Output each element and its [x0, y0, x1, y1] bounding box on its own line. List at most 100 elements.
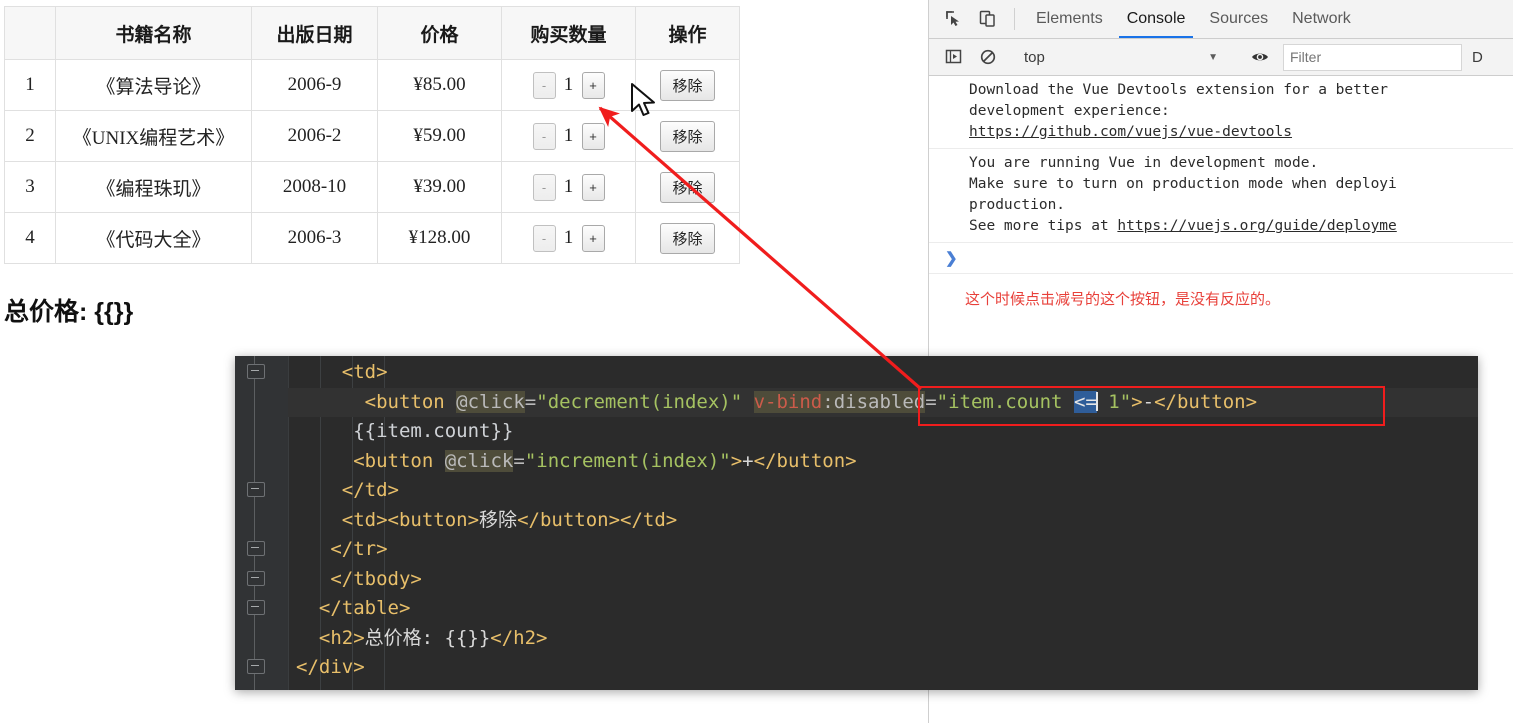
- code-line[interactable]: <h2>总价格: {{}}</h2>: [288, 624, 1478, 654]
- decrement-button[interactable]: -: [532, 71, 556, 99]
- log-levels-label[interactable]: D: [1472, 49, 1483, 66]
- code-line[interactable]: </div>: [288, 653, 1478, 683]
- code-token: </button></td>: [517, 508, 678, 531]
- column-header-price: 价格: [377, 6, 502, 60]
- quantity-value: 1: [563, 125, 574, 146]
- editor-gutter[interactable]: [235, 356, 289, 690]
- chevron-down-icon: ▼: [1208, 51, 1218, 63]
- increment-button[interactable]: +: [581, 173, 605, 201]
- code-line[interactable]: </tr>: [288, 535, 1478, 565]
- eye-icon[interactable]: [1243, 47, 1277, 67]
- fold-marker[interactable]: [247, 571, 265, 586]
- code-token: {{item.count}}: [353, 420, 514, 442]
- table-header: 书籍名称 出版日期 价格 购买数量 操作: [4, 6, 740, 60]
- fold-marker[interactable]: [247, 600, 265, 615]
- tab-label: Network: [1292, 10, 1351, 27]
- cell-book-name: 《算法导论》: [55, 59, 252, 111]
- console-link[interactable]: https://github.com/vuejs/vue-devtools: [969, 124, 1292, 140]
- fold-marker[interactable]: [247, 482, 265, 497]
- code-token: =: [513, 449, 525, 472]
- console-message: Download the Vue Devtools extension for …: [929, 76, 1513, 149]
- cell-price: ¥85.00: [377, 59, 502, 111]
- code-token: 移除: [479, 508, 518, 531]
- remove-button[interactable]: 移除: [660, 69, 715, 101]
- code-token: </td>: [341, 479, 399, 501]
- code-line[interactable]: <button @click="increment(index)">+</but…: [288, 447, 1478, 477]
- cell-quantity: -1 +: [501, 110, 636, 162]
- console-filter-input[interactable]: [1283, 43, 1462, 71]
- console-toolbar: top ▼ D: [929, 39, 1513, 76]
- screenshot-root: 书籍名称 出版日期 价格 购买数量 操作 1 《算法导论》 2006-9 ¥85.00…: [0, 0, 1513, 723]
- column-header-quantity: 购买数量: [501, 6, 636, 60]
- cell-index: 4: [4, 212, 56, 264]
- cell-book-name: 《代码大全》: [55, 212, 252, 264]
- code-token: -: [1142, 390, 1155, 413]
- increment-button[interactable]: +: [581, 224, 605, 252]
- console-annotation-note: 这个时候点击减号的这个按钮，是没有反应的。: [965, 292, 1281, 308]
- remove-button[interactable]: 移除: [660, 222, 715, 254]
- code-token: @click: [444, 449, 514, 472]
- code-line[interactable]: <td>: [288, 358, 1478, 388]
- cell-price: ¥59.00: [377, 110, 502, 162]
- code-token: <td><button>: [341, 508, 480, 531]
- table-header-row: 书籍名称 出版日期 价格 购买数量 操作: [4, 6, 740, 60]
- code-token: +: [742, 449, 754, 472]
- console-message-line: Download the Vue Devtools extension for …: [969, 82, 1389, 98]
- decrement-button[interactable]: -: [532, 122, 556, 150]
- cell-index: 3: [4, 161, 56, 213]
- execution-context-select[interactable]: top ▼: [1024, 49, 1224, 66]
- code-token: @click: [456, 390, 525, 413]
- tab-network[interactable]: Network: [1280, 0, 1363, 38]
- increment-button[interactable]: +: [581, 71, 605, 99]
- device-toolbar-icon[interactable]: [971, 0, 1005, 38]
- remove-button[interactable]: 移除: [660, 171, 715, 203]
- clear-console-icon[interactable]: [971, 48, 1005, 66]
- tab-console[interactable]: Console: [1115, 0, 1198, 38]
- code-line[interactable]: <td><button>移除</button></td>: [288, 506, 1478, 536]
- tab-elements[interactable]: Elements: [1024, 0, 1115, 38]
- code-token: </button>: [753, 449, 857, 472]
- console-output: Download the Vue Devtools extension for …: [929, 76, 1513, 243]
- code-token: </h2>: [490, 626, 548, 649]
- fold-marker[interactable]: [247, 659, 265, 674]
- code-line[interactable]: <button @click="decrement(index)" v-bind…: [288, 387, 1478, 417]
- table-row: 3 《编程珠玑》 2008-10 ¥39.00 -1 + 移除: [4, 161, 740, 213]
- remove-button[interactable]: 移除: [660, 120, 715, 152]
- cell-date: 2006-9: [251, 59, 378, 111]
- decrement-button[interactable]: -: [532, 224, 556, 252]
- fold-marker[interactable]: [247, 364, 265, 379]
- code-line[interactable]: </td>: [288, 476, 1478, 506]
- table-row: 4 《代码大全》 2006-3 ¥128.00 -1 + 移除: [4, 212, 740, 264]
- code-line[interactable]: </tbody>: [288, 565, 1478, 595]
- fold-marker[interactable]: [247, 541, 265, 556]
- increment-button[interactable]: +: [581, 122, 605, 150]
- fold-guide-line: [254, 356, 255, 690]
- console-message-line: Make sure to turn on production mode whe…: [969, 176, 1397, 192]
- code-token: =: [925, 390, 937, 413]
- tab-label: Sources: [1209, 10, 1269, 27]
- cell-date: 2008-10: [251, 161, 378, 213]
- code-token: >: [730, 449, 743, 472]
- console-prompt-row[interactable]: ❯: [929, 243, 1513, 274]
- devtools-tab-list: Elements Console Sources Network: [1024, 0, 1363, 38]
- code-token: </div>: [296, 656, 365, 678]
- code-line[interactable]: </table>: [288, 594, 1478, 624]
- editor-code-lines[interactable]: <td> <button @click="decrement(index)" v…: [288, 356, 1478, 690]
- code-token: <button: [353, 449, 445, 472]
- code-token: 1": [1096, 390, 1132, 413]
- code-token: :disabled: [822, 390, 926, 413]
- console-sidebar-icon[interactable]: [937, 48, 971, 66]
- mouse-cursor-icon: [631, 83, 655, 116]
- tab-sources[interactable]: Sources: [1197, 0, 1280, 38]
- decrement-button[interactable]: -: [532, 173, 556, 201]
- inspect-element-icon[interactable]: [937, 0, 971, 38]
- cell-date: 2006-3: [251, 212, 378, 264]
- code-line[interactable]: {{item.count}}: [288, 417, 1478, 447]
- console-link[interactable]: https://vuejs.org/guide/deployme: [1117, 218, 1396, 234]
- console-message-line: You are running Vue in development mode.: [969, 155, 1319, 171]
- column-header-index: [4, 6, 56, 60]
